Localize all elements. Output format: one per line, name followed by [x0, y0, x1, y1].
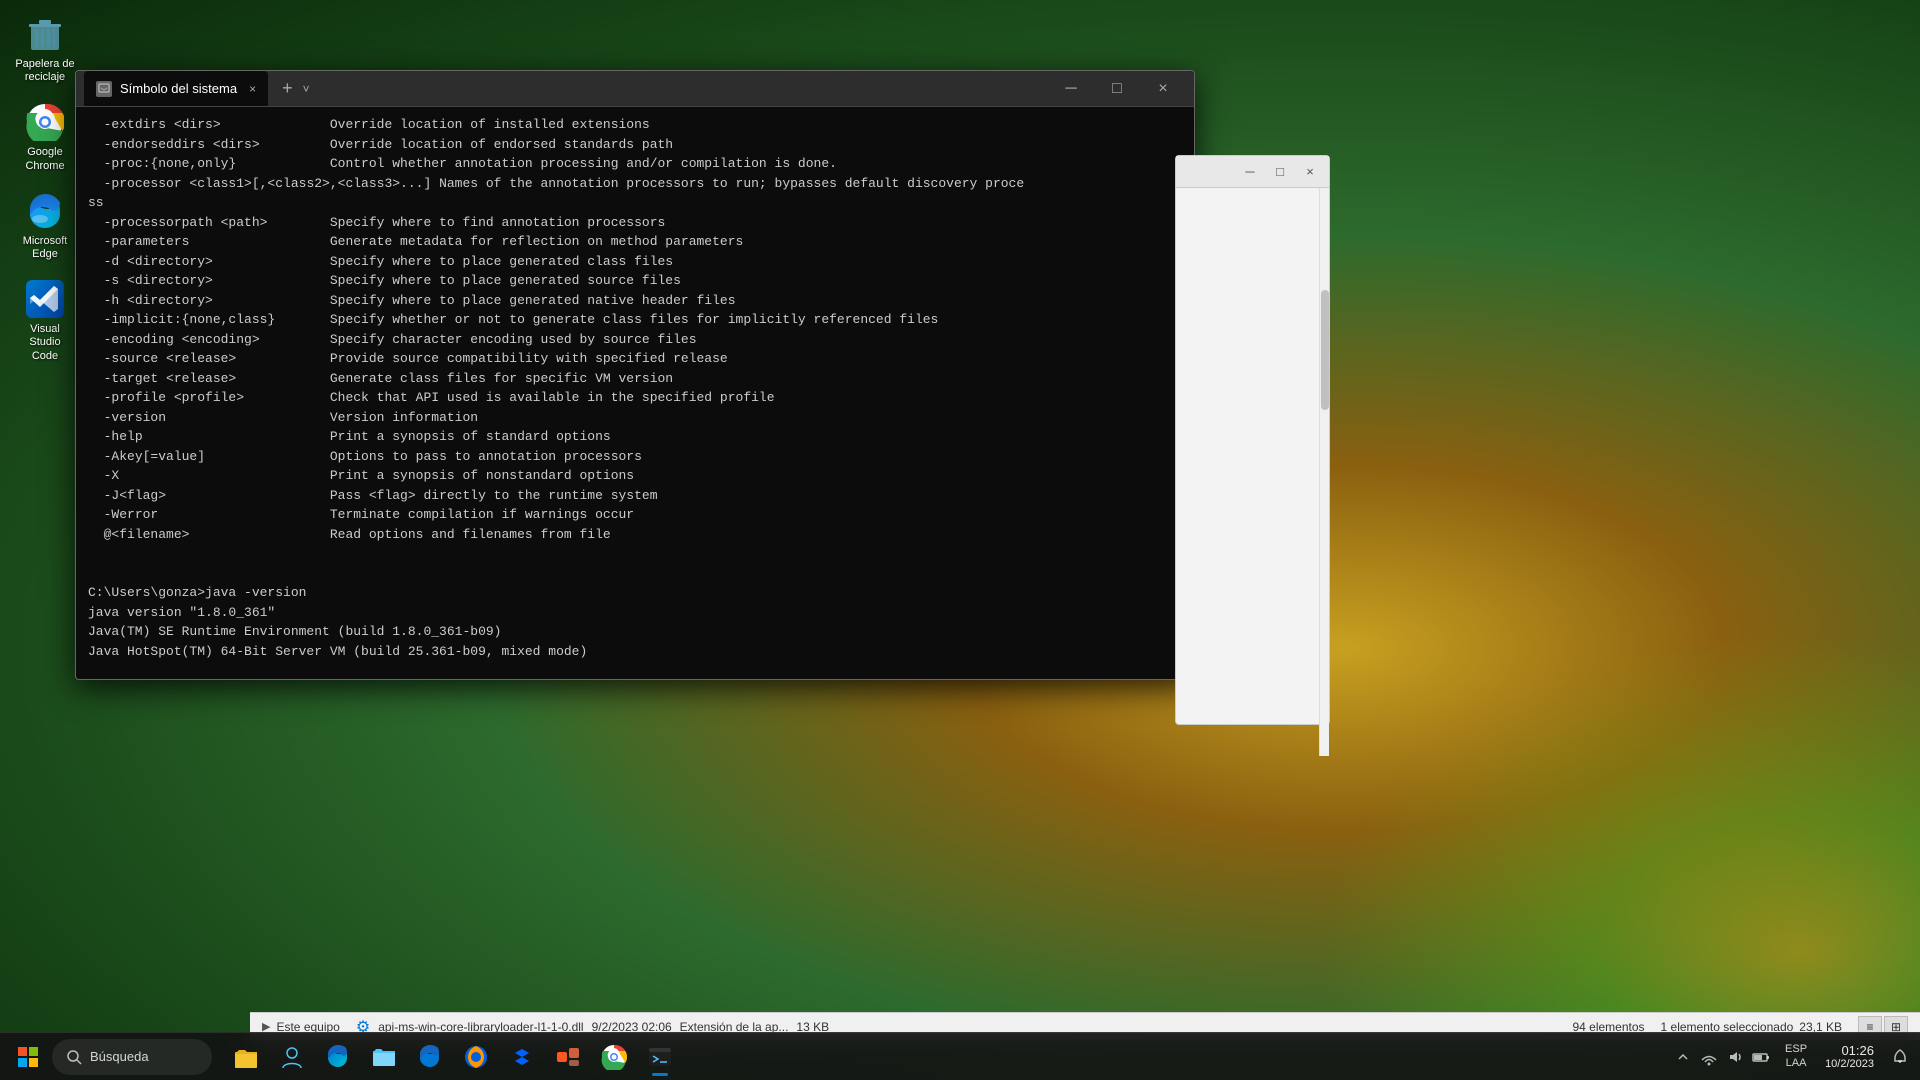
desktop-glow	[1320, 632, 1920, 1032]
terminal-tab-close-btn[interactable]: ×	[249, 82, 256, 96]
terminal-window-controls: ─ □ ×	[1048, 73, 1186, 105]
terminal-line: -processorpath <path> Specify where to f…	[88, 213, 1182, 233]
terminal-line	[88, 544, 1182, 564]
recycle-bin-label: Papelera de reciclaje	[14, 58, 76, 84]
lang-subtext: LAA	[1786, 1057, 1807, 1070]
time-display: 01:26	[1841, 1043, 1874, 1058]
taskbar-time[interactable]: 01:26 10/2/2023	[1819, 1043, 1880, 1070]
terminal-tab-title: Símbolo del sistema	[120, 81, 237, 96]
terminal-line: -J<flag> Pass <flag> directly to the run…	[88, 486, 1182, 506]
notification-area	[1671, 1045, 1773, 1069]
battery-icon[interactable]	[1749, 1045, 1773, 1069]
fe-close-btn[interactable]: ×	[1295, 158, 1325, 186]
taskbar-apps	[224, 1035, 682, 1079]
taskbar-app-file-explorer[interactable]	[224, 1035, 268, 1079]
terminal-tab-icon	[96, 81, 112, 97]
start-button[interactable]	[8, 1037, 48, 1077]
terminal-output-runtime: Java(TM) SE Runtime Environment (build 1…	[88, 622, 1182, 642]
terminal-line: -s <directory> Specify where to place ge…	[88, 271, 1182, 291]
terminal-line: -encoding <encoding> Specify character e…	[88, 330, 1182, 350]
taskbar-app-8[interactable]	[546, 1035, 590, 1079]
chrome-icon	[25, 102, 65, 142]
chrome-label: GoogleChrome	[25, 146, 64, 172]
recycle-bin-icon	[25, 14, 65, 54]
terminal-line: -Werror Terminate compilation if warning…	[88, 505, 1182, 525]
terminal-line	[88, 661, 1182, 679]
terminal-line: ss	[88, 193, 1182, 213]
taskbar-search[interactable]: Búsqueda	[52, 1039, 212, 1075]
terminal-maximize-btn[interactable]: □	[1094, 73, 1140, 105]
terminal-line: @<filename> Read options and filenames f…	[88, 525, 1182, 545]
file-explorer-scrollbar[interactable]	[1319, 188, 1329, 756]
desktop-icon-vscode[interactable]: Visual StudioCode	[10, 275, 80, 367]
lang-text: ESP	[1785, 1043, 1807, 1056]
network-icon[interactable]	[1697, 1045, 1721, 1069]
terminal-window: Símbolo del sistema × + ˅ ─ □ × -extdirs…	[75, 70, 1195, 680]
taskbar-app-edge2[interactable]	[408, 1035, 452, 1079]
file-explorer-titlebar: ─ □ ×	[1176, 156, 1329, 188]
taskbar-app-edge[interactable]	[316, 1035, 360, 1079]
fe-maximize-btn[interactable]: □	[1265, 158, 1295, 186]
taskbar-app-firefox[interactable]	[454, 1035, 498, 1079]
terminal-line: -profile <profile> Check that API used i…	[88, 388, 1182, 408]
terminal-line	[88, 564, 1182, 584]
search-icon	[66, 1049, 82, 1065]
fe-minimize-btn[interactable]: ─	[1235, 158, 1265, 186]
volume-icon[interactable]	[1723, 1045, 1747, 1069]
scrollbar-thumb	[1321, 290, 1329, 410]
terminal-minimize-btn[interactable]: ─	[1048, 73, 1094, 105]
terminal-line: -extdirs <dirs> Override location of ins…	[88, 115, 1182, 135]
desktop: Papelera de reciclaje GoogleChrome	[0, 0, 1920, 1080]
edge-icon	[25, 191, 65, 231]
file-explorer-window: ─ □ ×	[1175, 155, 1330, 725]
terminal-controls-left: + ˅	[276, 78, 310, 99]
terminal-output-version: java version "1.8.0_361"	[88, 603, 1182, 623]
desktop-icon-chrome[interactable]: GoogleChrome	[10, 98, 80, 176]
taskbar-app-terminal[interactable]	[638, 1035, 682, 1079]
desktop-icons: Papelera de reciclaje GoogleChrome	[10, 10, 80, 367]
terminal-output-jvm: Java HotSpot(TM) 64-Bit Server VM (build…	[88, 642, 1182, 662]
search-label: Búsqueda	[90, 1049, 149, 1064]
terminal-line: -d <directory> Specify where to place ge…	[88, 252, 1182, 272]
desktop-icon-edge[interactable]: MicrosoftEdge	[10, 187, 80, 265]
terminal-close-btn[interactable]: ×	[1140, 73, 1186, 105]
terminal-line: -parameters Generate metadata for reflec…	[88, 232, 1182, 252]
date-display: 10/2/2023	[1825, 1058, 1874, 1070]
terminal-prompt-java: C:\Users\gonza>java -version	[88, 583, 1182, 603]
terminal-line: -Akey[=value] Options to pass to annotat…	[88, 447, 1182, 467]
show-hidden-icons-btn[interactable]	[1671, 1045, 1695, 1069]
terminal-line: -help Print a synopsis of standard optio…	[88, 427, 1182, 447]
terminal-line: -endorseddirs <dirs> Override location o…	[88, 135, 1182, 155]
taskbar: Búsqueda	[0, 1032, 1920, 1080]
terminal-dropdown-btn[interactable]: ˅	[303, 82, 310, 96]
terminal-titlebar: Símbolo del sistema × + ˅ ─ □ ×	[76, 71, 1194, 107]
language-indicator[interactable]: ESP LAA	[1781, 1043, 1811, 1069]
terminal-line: -proc:{none,only} Control whether annota…	[88, 154, 1182, 174]
terminal-line: -processor <class1>[,<class2>,<class3>..…	[88, 174, 1182, 194]
terminal-new-tab-btn[interactable]: +	[276, 78, 299, 99]
taskbar-app-dropbox[interactable]	[500, 1035, 544, 1079]
taskbar-app-cortana[interactable]	[270, 1035, 314, 1079]
desktop-icon-recycle-bin[interactable]: Papelera de reciclaje	[10, 10, 80, 88]
notification-btn[interactable]	[1888, 1045, 1912, 1069]
vscode-label: Visual StudioCode	[14, 323, 76, 363]
terminal-line: -target <release> Generate class files f…	[88, 369, 1182, 389]
taskbar-app-folders[interactable]	[362, 1035, 406, 1079]
edge-label: MicrosoftEdge	[23, 235, 68, 261]
terminal-line: -version Version information	[88, 408, 1182, 428]
vscode-icon	[25, 279, 65, 319]
terminal-line: -X Print a synopsis of nonstandard optio…	[88, 466, 1182, 486]
taskbar-right: ESP LAA 01:26 10/2/2023	[1671, 1043, 1912, 1070]
terminal-line: -source <release> Provide source compati…	[88, 349, 1182, 369]
terminal-tab[interactable]: Símbolo del sistema ×	[84, 71, 268, 106]
terminal-body: -extdirs <dirs> Override location of ins…	[76, 107, 1194, 679]
taskbar-app-chrome[interactable]	[592, 1035, 636, 1079]
terminal-line: -implicit:{none,class} Specify whether o…	[88, 310, 1182, 330]
terminal-line: -h <directory> Specify where to place ge…	[88, 291, 1182, 311]
